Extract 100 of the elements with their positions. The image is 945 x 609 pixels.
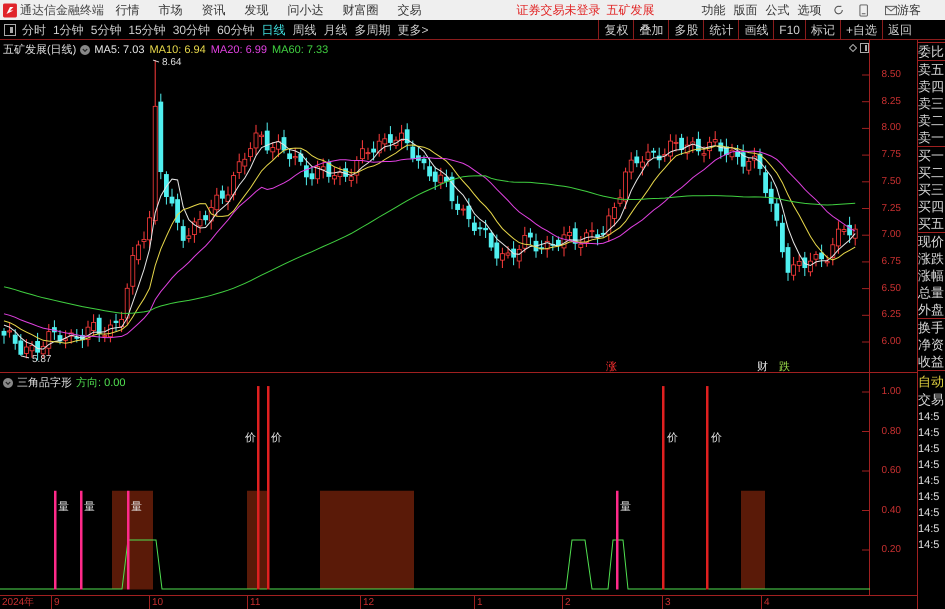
menu-item[interactable]: 问小达 — [287, 1, 324, 19]
period-tab[interactable]: 30分钟 — [172, 20, 210, 38]
login-notice: 五矿发展 — [606, 2, 654, 19]
moving-average-value: MA60: 7.33 — [272, 43, 328, 58]
moving-average-value: MA20: 6.99 — [210, 43, 267, 58]
login-notice: 证券交易未登录 — [516, 2, 600, 19]
quote-label: 净资 — [918, 336, 945, 353]
quote-label: 涨幅 — [918, 267, 945, 284]
signal-label: 价 — [245, 432, 256, 444]
quote-label: 买三 — [918, 181, 945, 198]
menu-item[interactable]: 选项 — [797, 1, 822, 19]
axis-label: 1 — [477, 596, 483, 609]
logo-icon — [3, 2, 17, 18]
quote-label: 买四 — [918, 198, 945, 215]
menu-item[interactable]: 资讯 — [201, 1, 226, 19]
phone-icon[interactable] — [858, 4, 868, 16]
trade-time: 14:5 — [918, 442, 940, 457]
dropdown-icon[interactable] — [3, 378, 13, 388]
quote-label: 买一 — [918, 147, 945, 164]
axis-label: 0.20 — [882, 544, 901, 556]
trade-time: 14:5 — [918, 426, 940, 441]
event-marker[interactable]: 跌 — [779, 361, 790, 372]
period-tab[interactable]: 分时 — [22, 20, 46, 38]
moving-average-value: MA10: 6.94 — [149, 43, 206, 58]
period-tab[interactable]: 60分钟 — [217, 20, 254, 38]
signal-label: 量 — [84, 500, 95, 513]
axis-label: 6.00 — [882, 336, 901, 348]
mail-icon[interactable] — [884, 4, 897, 16]
toolbar-button[interactable]: +自选 — [840, 20, 882, 39]
quote-label: 卖一 — [918, 129, 945, 146]
axis-label: 7.75 — [882, 149, 901, 162]
signal-label: 量 — [58, 500, 69, 513]
signal-label: 量 — [620, 500, 631, 513]
moving-average-value: MA5: 7.03 — [94, 43, 144, 58]
indicator-reading: 方向: 0.00 — [76, 376, 126, 391]
toolbar-button[interactable]: 画线 — [738, 20, 774, 39]
toolbar-button[interactable]: 多股 — [668, 20, 704, 39]
quote-label: 卖三 — [918, 95, 945, 112]
period-tab[interactable]: 多周期 — [354, 20, 390, 38]
toolbar-button[interactable]: F10 — [773, 20, 805, 39]
chart-title: 五矿发展(日线) — [3, 42, 76, 58]
panel-toggle-icon[interactable] — [4, 24, 16, 36]
signal-label: 价 — [711, 432, 722, 444]
period-tab[interactable]: 月线 — [323, 20, 348, 38]
quote-label: 换手 — [918, 319, 945, 336]
period-tab[interactable]: 更多> — [397, 20, 428, 38]
price-annotation: 5.87 — [20, 354, 52, 365]
event-marker[interactable]: 涨 — [606, 361, 617, 372]
quote-label: 买二 — [918, 164, 945, 181]
menu-item[interactable]: 公式 — [765, 1, 790, 19]
trade-time: 14:5 — [918, 458, 940, 473]
trade-time: 14:5 — [918, 490, 940, 505]
mode-label[interactable]: 自动 — [918, 373, 945, 391]
signal-label: 价 — [667, 432, 678, 444]
axis-label: 0.40 — [882, 504, 901, 516]
trades-title: 交易 — [918, 391, 945, 409]
menu-item[interactable]: 发现 — [244, 1, 268, 19]
panel-icon[interactable] — [860, 43, 869, 53]
toolbar-button[interactable]: 返回 — [882, 20, 917, 39]
axis-label: 1.00 — [882, 386, 901, 398]
axis-label: 7.50 — [882, 176, 901, 188]
axis-label: 8.50 — [882, 69, 901, 81]
event-marker[interactable]: 财 — [757, 361, 768, 372]
toolbar-button[interactable]: 标记 — [804, 20, 840, 39]
quote-label: 委比 — [918, 43, 945, 60]
period-tab[interactable]: 日线 — [261, 20, 286, 38]
axis-label: 9 — [54, 596, 60, 609]
price-annotation: 8.64 — [152, 57, 182, 68]
indicator-title: 三角品字形 — [17, 376, 72, 391]
trade-time: 14:5 — [918, 506, 940, 521]
axis-label: 8.00 — [882, 122, 901, 134]
refresh-icon[interactable] — [833, 4, 845, 16]
quote-label: 现价 — [918, 233, 945, 250]
axis-label: 0.80 — [882, 426, 901, 438]
signal-label: 量 — [131, 500, 142, 513]
diamond-icon[interactable] — [849, 44, 857, 52]
toolbar-button[interactable]: 统计 — [703, 20, 738, 39]
period-tab[interactable]: 5分钟 — [90, 20, 122, 38]
period-tab[interactable]: 15分钟 — [128, 20, 166, 38]
axis-label: 7.00 — [882, 229, 901, 242]
menu-item[interactable]: 行情 — [115, 1, 140, 19]
axis-label: 6.25 — [882, 309, 901, 322]
quote-label: 收益 — [918, 353, 945, 370]
menu-item[interactable]: 市场 — [158, 1, 182, 19]
axis-label: 8.25 — [882, 96, 901, 108]
period-tab[interactable]: 周线 — [292, 20, 316, 38]
axis-label: 3 — [665, 596, 671, 609]
toolbar-button[interactable]: 复权 — [598, 20, 634, 39]
period-tab[interactable]: 1分钟 — [53, 20, 84, 38]
quote-label: 涨跌 — [918, 250, 945, 267]
dropdown-icon[interactable] — [80, 45, 90, 56]
menu-item[interactable]: 功能 — [701, 1, 726, 19]
user-name[interactable]: 游客 — [897, 1, 921, 19]
menu-item[interactable]: 交易 — [397, 1, 422, 19]
toolbar-button[interactable]: 叠加 — [633, 20, 668, 39]
axis-label: 2024年 — [2, 596, 34, 609]
trade-time: 14:5 — [918, 474, 940, 489]
menu-item[interactable]: 版面 — [733, 1, 758, 19]
menu-item[interactable]: 财富圈 — [342, 1, 378, 19]
axis-label: 6.50 — [882, 282, 901, 295]
